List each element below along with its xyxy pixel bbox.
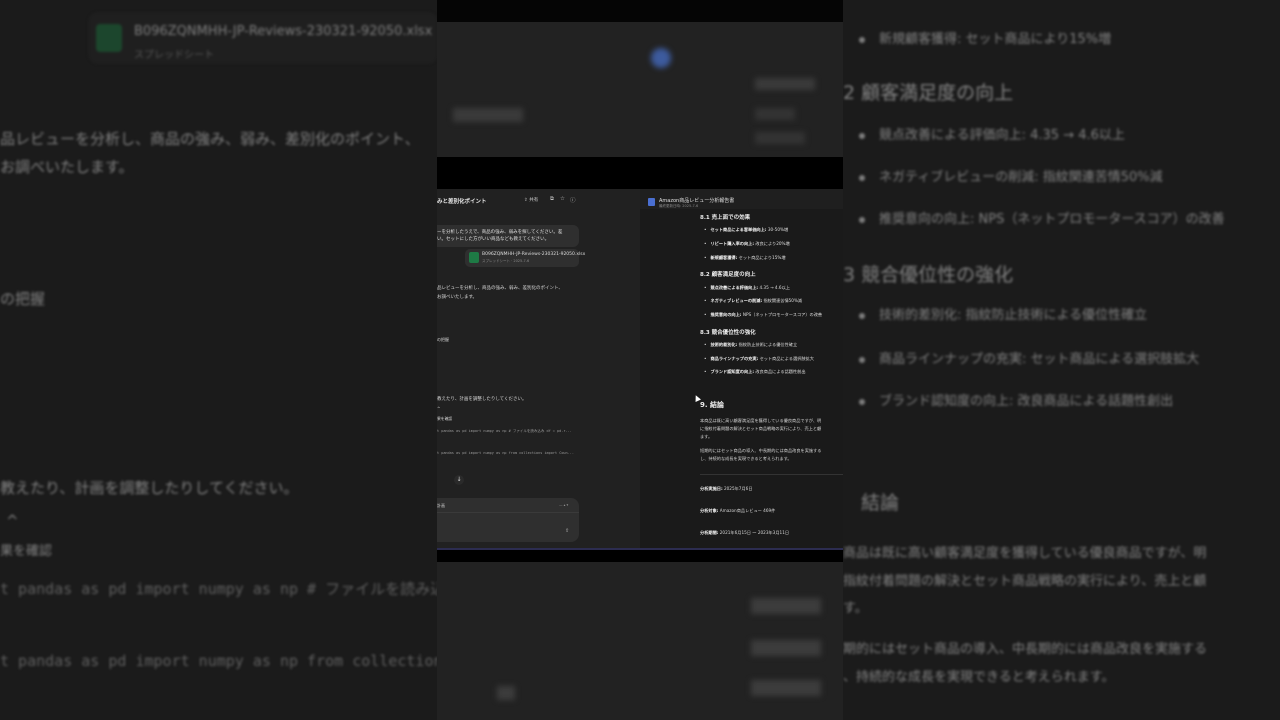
document-header: Amazon商品レビュー分析報告書 最終更新日時: 2025-7-6 — [640, 189, 843, 209]
assistant-text: 品レビューを分析し、商品の強み、弱み、差別化のポイント、 — [437, 286, 563, 291]
bg-code: t pandas as pd import numpy as np # ファイル… — [0, 580, 437, 598]
copy-icon[interactable]: ⧉ — [550, 196, 554, 203]
meta-line: 分析実施日: 2025年7月6日 — [700, 486, 753, 491]
blurred-background-right: 新規顧客獲得: セット商品により15%増 2 顧客満足度の向上 競点改善による評… — [843, 0, 1280, 720]
report-document-pane: Amazon商品レビュー分析報告書 最終更新日時: 2025-7-6 8.1 売… — [640, 189, 843, 550]
bg-text: 、持続的な成長を実現できると考えられます。 — [843, 670, 1115, 685]
bg-text: 商品は既に高い顧客満足度を獲得している優良商品ですが、明 — [843, 546, 1207, 561]
list-item: 競点改善による評価向上: 4.35 → 4.6以上 — [704, 285, 790, 291]
bg-heading: 2 顧客満足度の向上 — [843, 82, 1014, 104]
info-icon[interactable]: ⓘ — [570, 196, 576, 204]
list-item: リピート購入率の向上: 改良により20%増 — [704, 241, 789, 247]
paragraph: に指紋付着問題の解決とセット商品戦略の実行により、売上と顧 — [700, 426, 822, 431]
attachment-name: B096ZQNMHH-JP-Reviews-230321-92050.xlsx — [482, 252, 586, 257]
blurred-top-strip — [437, 0, 843, 157]
plan-step: の把握 — [437, 337, 449, 342]
bg-text: す。 — [843, 601, 868, 616]
paragraph: ます。 — [700, 434, 713, 439]
document-updated: 最終更新日時: 2025-7-6 — [659, 204, 699, 208]
center-video-column: みと差別化ポイント ⇪ 共有 ⧉ ☆ ⓘ ーを分析したうえで、商品の強み、弱みを… — [437, 0, 843, 720]
plan-label: 計画 — [437, 503, 445, 508]
bg-heading: 結論 — [861, 492, 900, 514]
list-item: 推奨意向の向上: NPS（ネットプロモータースコア）の改善 — [704, 312, 822, 318]
bg-text: 果を確認 — [0, 544, 53, 559]
bg-bullet: 技術的差別化: 指紋防止技術による優位性確立 — [859, 304, 1147, 323]
blurred-bottom-strip — [437, 562, 843, 720]
paragraph: し、持続的な成長を実現できると考えられます。 — [700, 456, 792, 461]
list-item: ネガティブレビューの削減: 指紋関連苦情50%減 — [704, 298, 802, 304]
bg-attachment-card: B096ZQNMHH-JP-Reviews-230321-92050.xlsx … — [88, 12, 437, 64]
paragraph: 短期的にはセット商品の導入、中長期的には商品改良を実施する — [700, 448, 822, 453]
list-item: 新規顧客獲得: セット商品により15%増 — [704, 255, 785, 261]
paragraph: 本商品は既に高い顧客満足度を獲得している優良商品ですが、明 — [700, 418, 822, 423]
section-heading: 8.3 競合優位性の強化 — [700, 330, 756, 336]
bg-bullet: 新規顧客獲得: セット商品により15%増 — [859, 28, 1111, 47]
bg-text: 期的にはセット商品の導入、中長期的には商品改良を実施する — [843, 642, 1208, 657]
chat-pane: みと差別化ポイント ⇪ 共有 ⧉ ☆ ⓘ ーを分析したうえで、商品の強み、弱みを… — [437, 189, 640, 550]
bg-text: ^ — [6, 512, 19, 530]
star-icon[interactable]: ☆ — [560, 196, 565, 202]
meta-line: 分析期間: 2021年6月15日 ～ 2023年3月11日 — [700, 530, 790, 535]
bg-text: 品レビューを分析し、商品の強み、弱み、差別化のポイント、 — [0, 130, 420, 148]
user-message: ーを分析したうえで、商品の強み、弱みを探してください。差 い。セットにした方がい… — [437, 225, 579, 247]
bg-bullet: 競点改善による評価向上: 4.35 → 4.6以上 — [859, 124, 1125, 143]
bg-attachment-type: スプレッドシート — [134, 50, 214, 61]
bg-bullet: ネガティブレビューの削減: 指紋関連苦情50%減 — [859, 166, 1163, 185]
bg-text: 教えたり、計画を調整したりしてください。 — [0, 479, 299, 497]
bg-heading: 3 競合優位性の強化 — [843, 264, 1014, 286]
chat-title: みと差別化ポイント — [437, 199, 487, 205]
step-result: 果を確認 — [437, 416, 453, 421]
attachment-type: スプレッドシート · 2025-7-6 — [482, 259, 530, 263]
assistant-text: お調べいたします。 — [437, 295, 478, 300]
list-item: ブランド認知度の向上: 改良商品による話題性創出 — [704, 369, 805, 375]
bg-text: の把握 — [0, 290, 46, 308]
document-title: Amazon商品レビュー分析報告書 — [659, 198, 735, 204]
meta-line: 分析対象: Amazon商品レビュー 469件 — [700, 508, 776, 513]
list-item: 商品ラインナップの充実: セット商品による選択肢拡大 — [704, 356, 813, 362]
bg-text: お調べいたします。 — [0, 158, 134, 176]
bg-bullet: 推奨意向の向上: NPS（ネットプロモータースコア）の改善 — [859, 208, 1225, 227]
share-button[interactable]: ⇪ 共有 — [524, 197, 538, 203]
code-snippet[interactable]: t pandas as pd import numpy as np from c… — [437, 451, 574, 455]
plan-toggle[interactable]: — ▴ ▾ — [559, 503, 568, 507]
collapse-toggle[interactable]: ^ — [437, 406, 440, 411]
blurred-background-left: B096ZQNMHH-JP-Reviews-230321-92050.xlsx … — [0, 0, 437, 720]
list-item: 技術的差別化: 指紋防止技術による優位性確立 — [704, 342, 797, 348]
send-icon[interactable]: ⇧ — [565, 528, 569, 534]
attachment-card[interactable]: B096ZQNMHH-JP-Reviews-230321-92050.xlsx … — [465, 249, 585, 267]
avatar — [651, 48, 671, 68]
assistant-text: 教えたり、計画を調整したりしてください。 — [437, 397, 527, 402]
bg-bullet: 商品ラインナップの充実: セット商品による選択肢拡大 — [859, 348, 1199, 367]
bg-code: t pandas as pd import numpy as np from c… — [0, 652, 437, 670]
message-composer[interactable]: 計画 — ▴ ▾ ⇧ — [437, 498, 579, 542]
section-heading: 8.2 顧客満足度の向上 — [700, 272, 756, 278]
bg-bullet: ブランド認知度の向上: 改良商品による話題性創出 — [859, 390, 1173, 409]
scroll-down-icon[interactable]: ↓ — [454, 475, 464, 485]
app-window: みと差別化ポイント ⇪ 共有 ⧉ ☆ ⓘ ーを分析したうえで、商品の強み、弱みを… — [437, 189, 843, 550]
section-heading: 9. 結論 — [700, 401, 724, 409]
spreadsheet-icon — [96, 24, 122, 52]
bg-text: 指紋付着問題の解決とセット商品戦略の実行により、売上と顧 — [843, 574, 1207, 589]
spreadsheet-icon — [469, 252, 479, 263]
bg-attachment-name: B096ZQNMHH-JP-Reviews-230321-92050.xlsx — [134, 24, 433, 39]
code-snippet[interactable]: t pandas as pd import numpy as np # ファイル… — [437, 429, 572, 434]
section-heading: 8.1 売上面での効果 — [700, 215, 751, 221]
document-icon — [648, 198, 655, 206]
list-item: セット商品による客単価向上: 30-50%増 — [704, 227, 788, 233]
